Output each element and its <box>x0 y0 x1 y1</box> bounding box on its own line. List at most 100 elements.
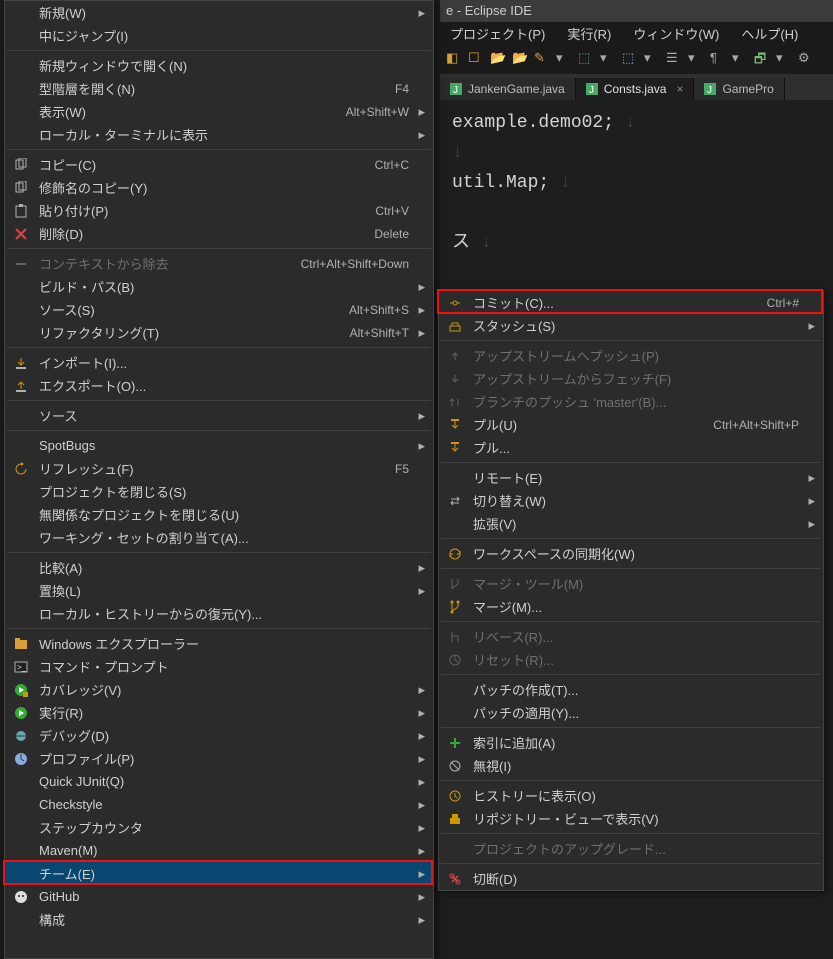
context-menu-item[interactable]: ソース▸ <box>5 404 433 427</box>
team-submenu-item[interactable]: マージ(M)... <box>439 595 823 618</box>
toolbar-icon-8[interactable]: ▾ <box>600 50 618 68</box>
toolbar-icon-16[interactable]: ▾ <box>776 50 794 68</box>
context-menu-item[interactable]: 削除(D)Delete <box>5 222 433 245</box>
context-menu-item[interactable]: リフレッシュ(F)F5 <box>5 457 433 480</box>
team-submenu-item[interactable]: 拡張(V)▸ <box>439 512 823 535</box>
context-menu-item[interactable]: ソース(S)Alt+Shift+S▸ <box>5 298 433 321</box>
team-submenu-item[interactable]: パッチの作成(T)... <box>439 678 823 701</box>
context-menu-item[interactable]: 新規ウィンドウで開く(N) <box>5 54 433 77</box>
menu-item-label: 貼り付け(P) <box>39 201 375 220</box>
context-menu-item[interactable]: インポート(I)... <box>5 351 433 374</box>
context-menu-item[interactable]: エクスポート(O)... <box>5 374 433 397</box>
context-menu-item[interactable]: 比較(A)▸ <box>5 556 433 579</box>
team-submenu-item[interactable]: パッチの適用(Y)... <box>439 701 823 724</box>
context-menu-item[interactable]: >_コマンド・プロンプト <box>5 655 433 678</box>
ignore-icon <box>447 758 463 774</box>
team-submenu-item[interactable]: ワークスペースの同期化(W) <box>439 542 823 565</box>
menu-item-label: リベース(R)... <box>473 627 815 646</box>
context-menu-item[interactable]: ステップカウンタ▸ <box>5 816 433 839</box>
context-menu-item[interactable]: 中にジャンプ(I) <box>5 24 433 47</box>
team-submenu-item[interactable]: プル(U)Ctrl+Alt+Shift+P <box>439 413 823 436</box>
context-menu-item[interactable]: ローカル・ターミナルに表示▸ <box>5 123 433 146</box>
context-menu-item[interactable]: 新規(W)▸ <box>5 1 433 24</box>
context-menu-item[interactable]: 表示(W)Alt+Shift+W▸ <box>5 100 433 123</box>
menubar-item-project[interactable]: プロジェクト(P) <box>440 22 555 44</box>
team-submenu-item[interactable]: コミット(C)...Ctrl+# <box>439 291 823 314</box>
toolbar-icon-11[interactable]: ☰ <box>666 50 684 68</box>
team-submenu-item[interactable]: リモート(E)▸ <box>439 466 823 489</box>
context-menu-item[interactable]: カバレッジ(V)▸ <box>5 678 433 701</box>
toolbar-icon-17[interactable]: ⚙ <box>798 50 816 68</box>
context-menu-item[interactable]: 構成▸ <box>5 908 433 931</box>
tab-label: JankenGame.java <box>468 82 565 96</box>
context-menu-item[interactable]: コピー(C)Ctrl+C <box>5 153 433 176</box>
debug-icon <box>13 728 29 744</box>
context-menu-item[interactable]: デバッグ(D)▸ <box>5 724 433 747</box>
menubar-item-help[interactable]: ヘルプ(H) <box>731 22 808 44</box>
menu-separator <box>441 674 821 675</box>
context-menu-item[interactable]: チーム(E)▸ <box>5 862 433 885</box>
menu-item-label: アップストリームからフェッチ(F) <box>473 369 815 388</box>
toolbar-icon-12[interactable]: ▾ <box>688 50 706 68</box>
whitespace-marker: ↓ <box>625 113 636 133</box>
team-submenu-item[interactable]: 切断(D) <box>439 867 823 890</box>
context-menu-item[interactable]: ビルド・パス(B)▸ <box>5 275 433 298</box>
context-menu-item[interactable]: GitHub▸ <box>5 885 433 908</box>
title-bar: e - Eclipse IDE <box>440 0 833 22</box>
toolbar-icon-2[interactable]: ☐ <box>468 50 486 68</box>
tab-janken[interactable]: J JankenGame.java <box>440 78 576 100</box>
context-menu-item[interactable]: Windows エクスプローラー <box>5 632 433 655</box>
team-submenu-item[interactable]: 切り替え(W)▸ <box>439 489 823 512</box>
chevron-right-iconow: ▸ <box>808 493 815 509</box>
team-submenu-item[interactable]: 索引に追加(A) <box>439 731 823 754</box>
toolbar-icon-3[interactable]: 📂 <box>490 50 508 68</box>
team-submenu-item[interactable]: ヒストリーに表示(O) <box>439 784 823 807</box>
context-menu-item[interactable]: 修飾名のコピー(Y) <box>5 176 433 199</box>
context-menu-item[interactable]: Checkstyle▸ <box>5 793 433 816</box>
tab-gamepro[interactable]: J GamePro <box>694 78 784 100</box>
menu-item-label: リフレッシュ(F) <box>39 459 395 478</box>
toolbar-icon-5[interactable]: ✎ <box>534 50 552 68</box>
context-menu-item[interactable]: ローカル・ヒストリーからの復元(Y)... <box>5 602 433 625</box>
toolbar-icon-6[interactable]: ▾ <box>556 50 574 68</box>
stash-icon <box>447 318 463 334</box>
context-menu-item[interactable]: 置換(L)▸ <box>5 579 433 602</box>
toolbar-icon-1[interactable]: ◧ <box>446 50 464 68</box>
context-menu-item[interactable]: ワーキング・セットの割り当て(A)... <box>5 526 433 549</box>
menu-item-label: ソース <box>39 406 425 425</box>
context-menu-item[interactable]: SpotBugs▸ <box>5 434 433 457</box>
push-icon <box>447 348 463 364</box>
menu-item-label: 新規ウィンドウで開く(N) <box>39 56 425 75</box>
context-menu-item[interactable]: Maven(M)▸ <box>5 839 433 862</box>
menubar-item-run[interactable]: 実行(R) <box>557 22 621 44</box>
toolbar-icon-14[interactable]: ▾ <box>732 50 750 68</box>
context-menu-item[interactable]: 無関係なプロジェクトを閉じる(U) <box>5 503 433 526</box>
svg-text:J: J <box>453 85 458 95</box>
toolbar-icon-9[interactable]: ⬚ <box>622 50 640 68</box>
menu-separator <box>7 628 431 629</box>
context-menu-item[interactable]: 実行(R)▸ <box>5 701 433 724</box>
team-submenu-item[interactable]: 無視(I) <box>439 754 823 777</box>
team-submenu-item[interactable]: リポジトリー・ビューで表示(V) <box>439 807 823 830</box>
rebase-icon <box>447 629 463 645</box>
chevron-right-iconow: ▸ <box>418 728 425 744</box>
close-icon[interactable]: × <box>676 82 683 96</box>
toolbar-icon-15[interactable]: 🗗 <box>754 50 772 68</box>
switch-icon <box>447 493 463 509</box>
context-menu-item[interactable]: プロジェクトを閉じる(S) <box>5 480 433 503</box>
context-menu-item[interactable]: 型階層を開く(N)F4 <box>5 77 433 100</box>
toolbar-icon-4[interactable]: 📂 <box>512 50 530 68</box>
context-menu-item[interactable]: リファクタリング(T)Alt+Shift+T▸ <box>5 321 433 344</box>
tab-consts[interactable]: J Consts.java × <box>576 78 695 100</box>
context-menu-item[interactable]: 貼り付け(P)Ctrl+V <box>5 199 433 222</box>
context-menu-item[interactable]: プロファイル(P)▸ <box>5 747 433 770</box>
team-submenu-item[interactable]: スタッシュ(S)▸ <box>439 314 823 337</box>
menu-item-shortcut: F4 <box>395 82 425 96</box>
toolbar-icon-7[interactable]: ⬚ <box>578 50 596 68</box>
context-menu-item[interactable]: Quick JUnit(Q)▸ <box>5 770 433 793</box>
toolbar-icon-10[interactable]: ▾ <box>644 50 662 68</box>
menu-item-shortcut: Alt+Shift+S <box>349 303 425 317</box>
toolbar-icon-13[interactable]: ¶ <box>710 50 728 68</box>
team-submenu-item[interactable]: プル... <box>439 436 823 459</box>
menubar-item-window[interactable]: ウィンドウ(W) <box>623 22 729 44</box>
